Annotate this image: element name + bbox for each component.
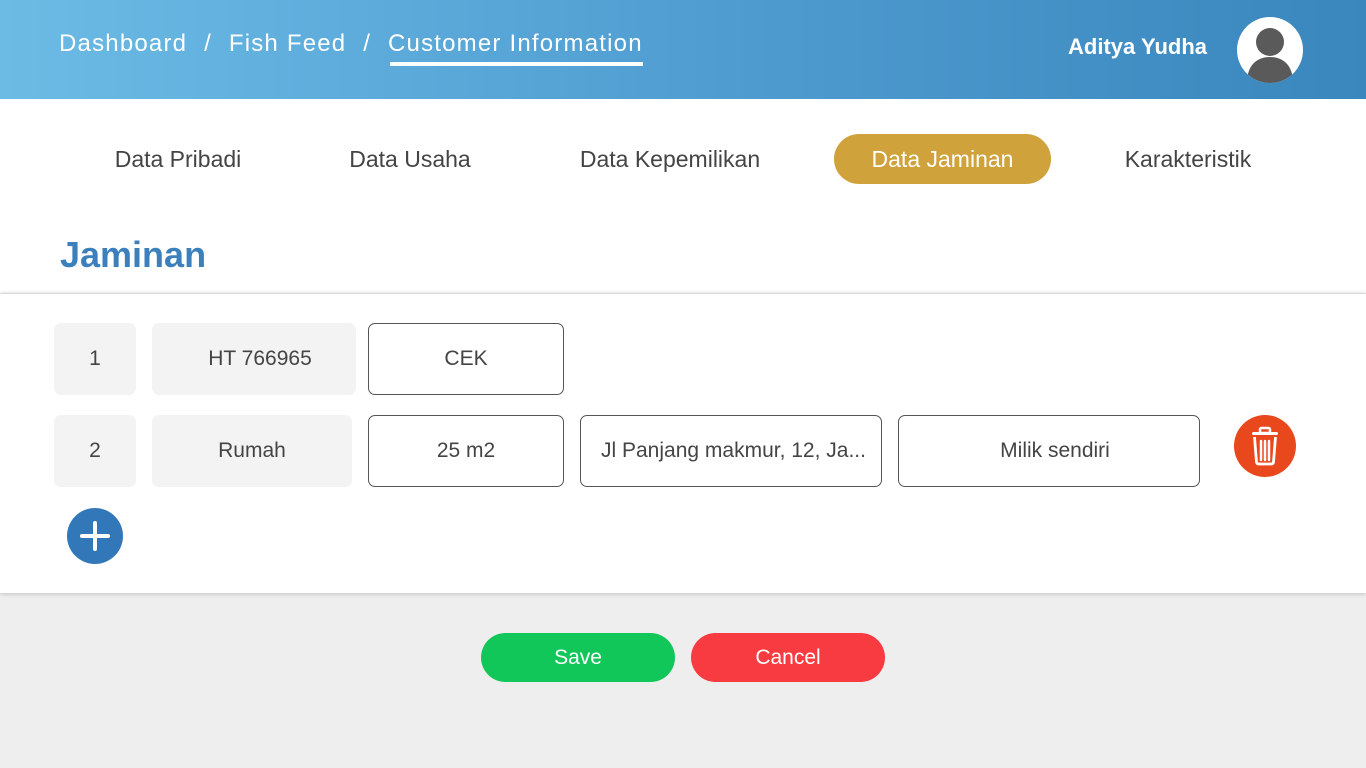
tab-data-usaha[interactable]: Data Usaha [330,134,490,184]
row-2-type[interactable]: Rumah [152,415,352,487]
row-1-number: 1 [54,323,136,395]
breadcrumb-fish-feed[interactable]: Fish Feed [229,30,347,58]
breadcrumb-separator: / [204,30,212,57]
save-button[interactable]: Save [481,633,675,682]
app-header: Dashboard / Fish Feed / Customer Informa… [0,0,1366,99]
row-1-value-field[interactable]: CEK [368,323,564,395]
section-title: Jaminan [60,234,207,275]
cancel-button[interactable]: Cancel [691,633,885,682]
breadcrumb-dashboard[interactable]: Dashboard [59,30,187,58]
breadcrumb-separator: / [363,30,372,57]
user-avatar-icon[interactable] [1237,17,1303,83]
tab-data-pribadi[interactable]: Data Pribadi [94,134,262,184]
trash-icon [1234,426,1296,481]
row-2-area-field[interactable]: 25 m2 [368,415,564,487]
delete-row-button[interactable] [1234,415,1296,477]
tab-data-jaminan[interactable]: Data Jaminan [834,134,1051,184]
row-1-type[interactable]: HT 766965 [152,323,356,395]
row-2-address-field[interactable]: Jl Panjang makmur, 12, Ja... [580,415,882,487]
plus-icon [67,521,123,568]
tab-data-kepemilikan[interactable]: Data Kepemilikan [566,134,774,184]
breadcrumb: Dashboard / Fish Feed / Customer Informa… [59,30,643,66]
add-row-button[interactable] [67,508,123,564]
row-2-number: 2 [54,415,136,487]
tab-karakteristik[interactable]: Karakteristik [1108,134,1268,184]
row-2-ownership-field[interactable]: Milik sendiri [898,415,1200,487]
breadcrumb-customer-information[interactable]: Customer Information [388,30,643,66]
user-name[interactable]: Aditya Yudha [1068,34,1207,60]
